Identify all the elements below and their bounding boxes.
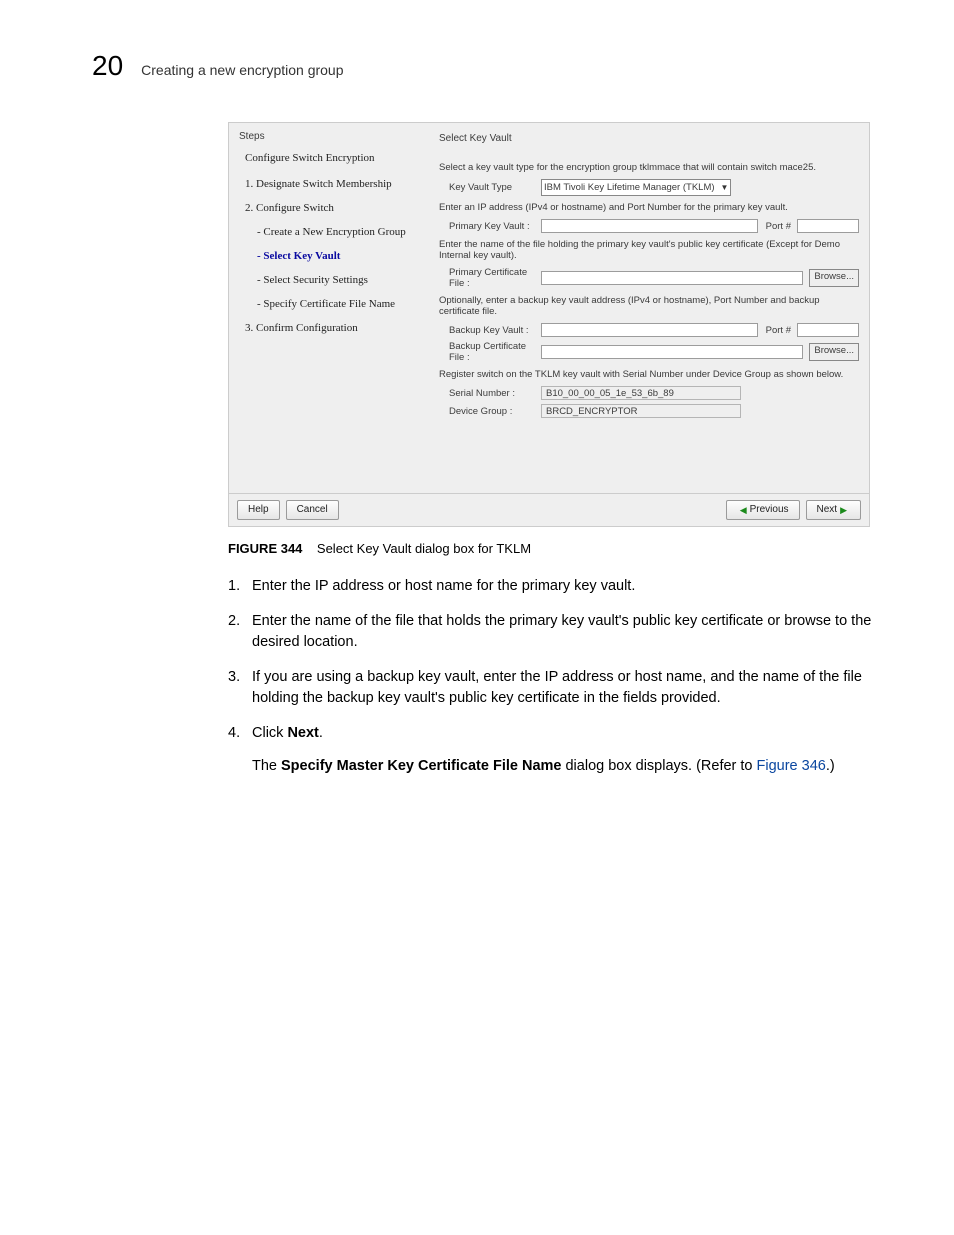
backup-key-vault-input[interactable] (541, 323, 758, 337)
instruction-1: Select a key vault type for the encrypti… (439, 162, 859, 173)
key-vault-type-value: IBM Tivoli Key Lifetime Manager (TKLM) (544, 182, 715, 193)
panel-title: Select Key Vault (439, 133, 859, 144)
key-vault-type-label: Key Vault Type (439, 182, 541, 193)
backup-port-label: Port # (766, 325, 791, 336)
substep-create-group[interactable]: - Create a New Encryption Group (257, 226, 429, 238)
backup-key-vault-label: Backup Key Vault : (439, 325, 541, 336)
step-designate-membership[interactable]: 1. Designate Switch Membership (245, 178, 429, 190)
dialog-footer: Help Cancel ◀Previous Next▶ (229, 493, 869, 526)
step-confirm-config[interactable]: 3. Confirm Configuration (245, 322, 429, 334)
help-button[interactable]: Help (237, 500, 280, 520)
backup-port-input[interactable] (797, 323, 859, 337)
wizard-title: Configure Switch Encryption (245, 152, 429, 164)
step-configure-switch[interactable]: 2. Configure Switch (245, 202, 429, 214)
page-title: Creating a new encryption group (141, 62, 343, 78)
instruction-2: Enter an IP address (IPv4 or hostname) a… (439, 202, 859, 213)
instruction-4: Optionally, enter a backup key vault add… (439, 295, 859, 317)
substep-specify-cert[interactable]: - Specify Certificate File Name (257, 298, 429, 310)
cancel-button[interactable]: Cancel (286, 500, 339, 520)
backup-cert-input[interactable] (541, 345, 803, 359)
procedure-list: 1. Enter the IP address or host name for… (228, 576, 874, 777)
figure-caption: FIGURE 344 Select Key Vault dialog box f… (228, 541, 874, 556)
next-button[interactable]: Next▶ (806, 500, 861, 520)
primary-cert-browse-button[interactable]: Browse... (809, 269, 859, 287)
key-vault-type-select[interactable]: IBM Tivoli Key Lifetime Manager (TKLM) ▼ (541, 179, 731, 196)
next-bold: Next (287, 725, 318, 741)
page-header: 20 Creating a new encryption group (92, 50, 874, 82)
primary-cert-label: Primary Certificate File : (439, 267, 541, 289)
figure-346-link[interactable]: Figure 346 (757, 758, 826, 774)
backup-cert-label: Backup Certificate File : (439, 341, 541, 363)
substep-select-key-vault[interactable]: - Select Key Vault (257, 250, 429, 262)
figure-text: Select Key Vault dialog box for TKLM (317, 541, 531, 556)
arrow-left-icon: ◀ (740, 502, 747, 518)
procedure-step-4-note: The Specify Master Key Certificate File … (252, 756, 874, 777)
serial-number-label: Serial Number : (439, 388, 541, 399)
procedure-step-3: 3. If you are using a backup key vault, … (228, 667, 874, 709)
previous-button[interactable]: ◀Previous (726, 500, 800, 520)
instruction-3: Enter the name of the file holding the p… (439, 239, 859, 261)
substep-security-settings[interactable]: - Select Security Settings (257, 274, 429, 286)
procedure-step-1: 1. Enter the IP address or host name for… (228, 576, 874, 597)
arrow-right-icon: ▶ (840, 502, 847, 518)
primary-port-input[interactable] (797, 219, 859, 233)
procedure-step-4: 4. Click Next. The Specify Master Key Ce… (228, 723, 874, 777)
primary-key-vault-input[interactable] (541, 219, 758, 233)
page-number: 20 (92, 50, 123, 82)
select-key-vault-panel: Select Key Vault Select a key vault type… (435, 123, 869, 493)
device-group-label: Device Group : (439, 406, 541, 417)
primary-cert-input[interactable] (541, 271, 803, 285)
chevron-down-icon: ▼ (721, 183, 729, 192)
device-group-value: BRCD_ENCRYPTOR (541, 404, 741, 418)
primary-port-label: Port # (766, 221, 791, 232)
wizard-steps-pane: Steps Configure Switch Encryption 1. Des… (229, 123, 435, 493)
backup-cert-browse-button[interactable]: Browse... (809, 343, 859, 361)
select-key-vault-dialog: Steps Configure Switch Encryption 1. Des… (228, 122, 870, 527)
procedure-step-2: 2. Enter the name of the file that holds… (228, 611, 874, 653)
steps-label: Steps (239, 131, 429, 142)
figure-label: FIGURE 344 (228, 541, 302, 556)
instruction-5: Register switch on the TKLM key vault wi… (439, 369, 859, 380)
primary-key-vault-label: Primary Key Vault : (439, 221, 541, 232)
serial-number-value: B10_00_00_05_1e_53_6b_89 (541, 386, 741, 400)
